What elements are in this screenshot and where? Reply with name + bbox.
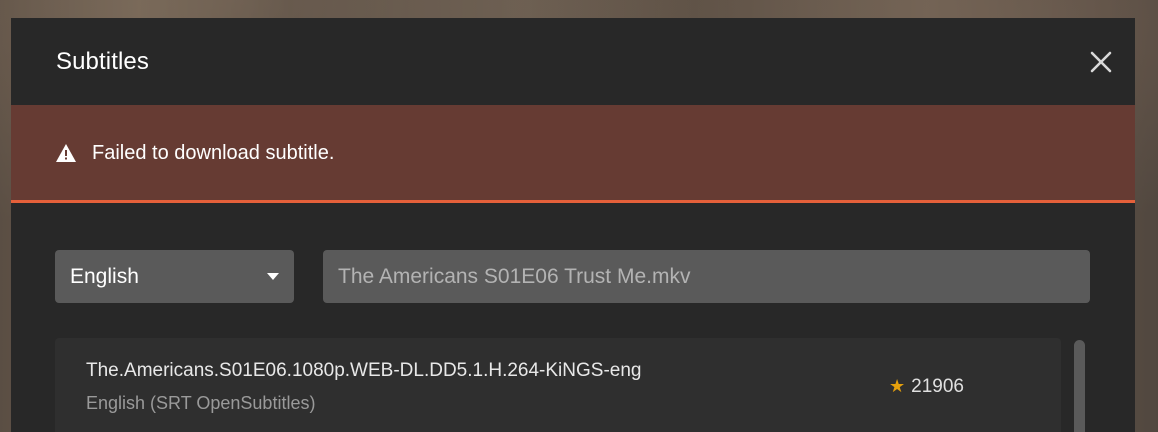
subtitle-file-name: The.Americans.S01E06.1080p.WEB-DL.DD5.1.… xyxy=(86,360,642,381)
rating-count: 21906 xyxy=(911,376,964,397)
chevron-down-icon xyxy=(267,273,279,280)
language-select[interactable]: English xyxy=(55,250,294,303)
subtitle-source-info: English (SRT OpenSubtitles) xyxy=(86,393,316,413)
dialog-title: Subtitles xyxy=(56,48,149,75)
close-button[interactable] xyxy=(1087,48,1115,76)
error-alert: Failed to download subtitle. xyxy=(11,105,1135,203)
subtitle-results-list: The.Americans.S01E06.1080p.WEB-DL.DD5.1.… xyxy=(55,338,1061,432)
search-controls: English xyxy=(55,250,1091,303)
subtitle-rating: ★ 21906 xyxy=(889,376,964,398)
warning-triangle-icon xyxy=(55,143,77,163)
close-icon xyxy=(1090,51,1112,73)
dialog-header: Subtitles xyxy=(11,18,1135,105)
subtitle-result-row[interactable]: The.Americans.S01E06.1080p.WEB-DL.DD5.1.… xyxy=(55,338,1061,432)
language-select-value: English xyxy=(70,265,139,288)
subtitle-search-input[interactable] xyxy=(323,250,1090,303)
star-icon: ★ xyxy=(889,376,906,396)
alert-message: Failed to download subtitle. xyxy=(92,142,335,164)
results-scrollbar[interactable] xyxy=(1074,340,1085,432)
